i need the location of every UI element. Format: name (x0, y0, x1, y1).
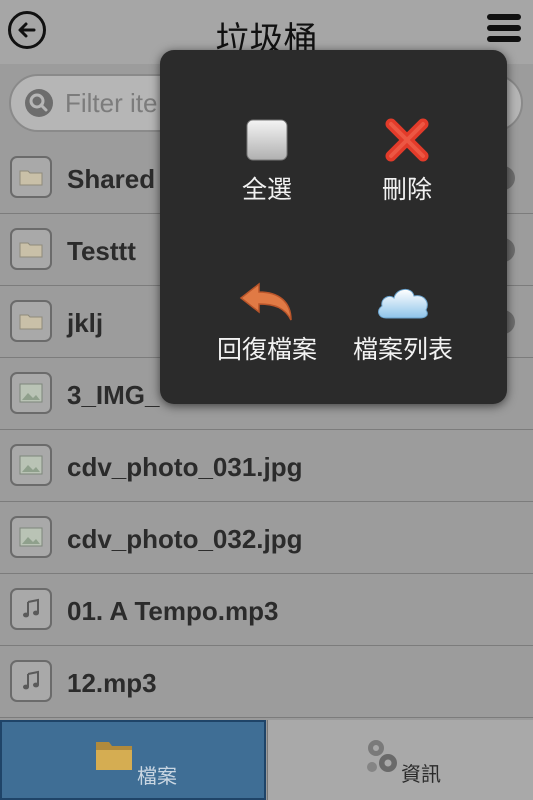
file-name: cdv_photo_032.jpg (67, 524, 303, 554)
hamburger-icon-bar (487, 25, 521, 31)
restore-files-button[interactable]: 回復檔案 (192, 268, 342, 366)
tab-label: 資訊 (401, 764, 441, 786)
tab-bar: 檔案 資訊 (0, 720, 533, 800)
tab-files[interactable]: 檔案 (0, 720, 266, 800)
folder-icon (10, 228, 52, 270)
delete-label: 刪除 (381, 175, 432, 204)
list-item[interactable]: cdv_photo_031.jpg (0, 430, 533, 502)
list-item[interactable]: cdv_photo_032.jpg (0, 502, 533, 574)
action-popup: 全選 刪除 回復檔案 檔案列表 (160, 50, 507, 404)
file-list-label: 檔案列表 (352, 335, 453, 364)
file-name: Shared (67, 164, 156, 194)
image-file-icon (10, 444, 52, 486)
file-name: 01. A Tempo.mp3 (67, 596, 279, 626)
red-x-icon (385, 118, 429, 162)
checkbox-square-icon (246, 119, 288, 161)
folder-icon (96, 742, 132, 770)
undo-arrow-icon (239, 282, 292, 321)
music-note-icon (10, 588, 52, 630)
list-item[interactable]: 01. A Tempo.mp3 (0, 574, 533, 646)
file-name: Testtt (67, 236, 136, 266)
cloud-icon (378, 289, 428, 319)
folder-icon (10, 300, 52, 342)
file-name: 12.mp3 (67, 668, 157, 698)
folder-icon (10, 156, 52, 198)
select-all-button[interactable]: 全選 (192, 108, 342, 206)
restore-files-label: 回復檔案 (216, 335, 317, 364)
hamburger-icon-bar (487, 14, 521, 20)
delete-button[interactable]: 刪除 (332, 108, 482, 206)
music-note-icon (10, 660, 52, 702)
list-item[interactable]: 12.mp3 (0, 646, 533, 718)
tab-info[interactable]: 資訊 (267, 720, 533, 800)
menu-button[interactable] (487, 14, 521, 44)
tab-label: 檔案 (137, 766, 177, 788)
file-name: 3_IMG_ (67, 380, 160, 410)
file-name: jklj (67, 308, 104, 338)
image-file-icon (10, 372, 52, 414)
file-list-button[interactable]: 檔案列表 (328, 268, 478, 366)
image-file-icon (10, 516, 52, 558)
gears-icon (367, 740, 397, 772)
hamburger-icon-bar (487, 36, 521, 42)
file-name: cdv_photo_031.jpg (67, 452, 303, 482)
select-all-label: 全選 (241, 175, 292, 204)
search-icon (25, 89, 53, 117)
search-placeholder: Filter ite (65, 88, 158, 118)
